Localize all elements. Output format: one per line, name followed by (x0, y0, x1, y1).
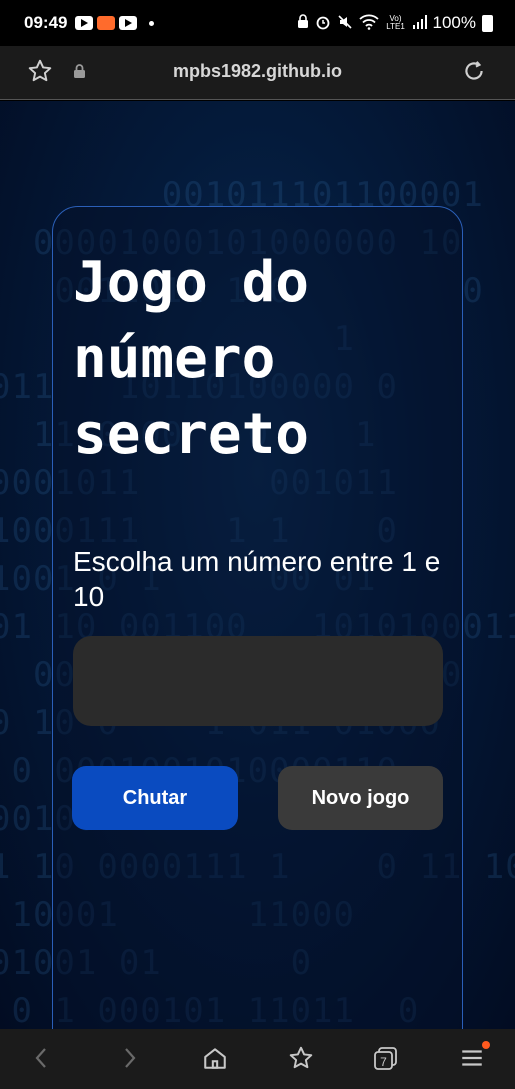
mute-icon (337, 14, 353, 33)
reload-icon[interactable] (461, 58, 487, 89)
app-notification-icon (97, 16, 116, 30)
alarm-icon (315, 14, 331, 33)
forward-icon[interactable] (117, 1045, 141, 1076)
menu-icon[interactable] (459, 1045, 485, 1076)
guess-input[interactable] (73, 636, 443, 726)
menu-notification-dot (482, 1041, 490, 1049)
guess-button[interactable]: Chutar (72, 766, 238, 830)
url-text[interactable]: mpbs1982.github.io (0, 61, 515, 82)
bookmarks-icon[interactable] (288, 1045, 314, 1076)
address-bar: mpbs1982.github.io (0, 46, 515, 100)
instructions-text: Escolha um número entre 1 e 10 (73, 546, 441, 612)
wifi-icon (358, 14, 379, 33)
network-label: Vo) LTE1 (386, 14, 405, 31)
battery-percent: 100% (432, 13, 476, 32)
new-game-button[interactable]: Novo jogo (278, 766, 443, 830)
home-icon[interactable] (202, 1045, 228, 1076)
browser-bottom-nav: 7 (0, 1029, 515, 1089)
battery-icon (482, 14, 493, 32)
signal-icon (412, 14, 427, 32)
status-right: Vo) LTE1 100% (297, 13, 493, 33)
status-bar: 09:49 Vo) LTE1 100% (0, 0, 515, 46)
status-time: 09:49 (24, 13, 68, 32)
youtube-icon (75, 16, 94, 30)
youtube-icon-2 (119, 16, 138, 30)
more-notifications-dot (149, 20, 155, 26)
tabs-icon[interactable]: 7 (373, 1045, 401, 1078)
tabs-count: 7 (380, 1055, 387, 1069)
lock-status-icon (297, 14, 309, 32)
page-title: Jogo do número secreto (73, 250, 310, 467)
back-icon[interactable] (30, 1045, 54, 1076)
